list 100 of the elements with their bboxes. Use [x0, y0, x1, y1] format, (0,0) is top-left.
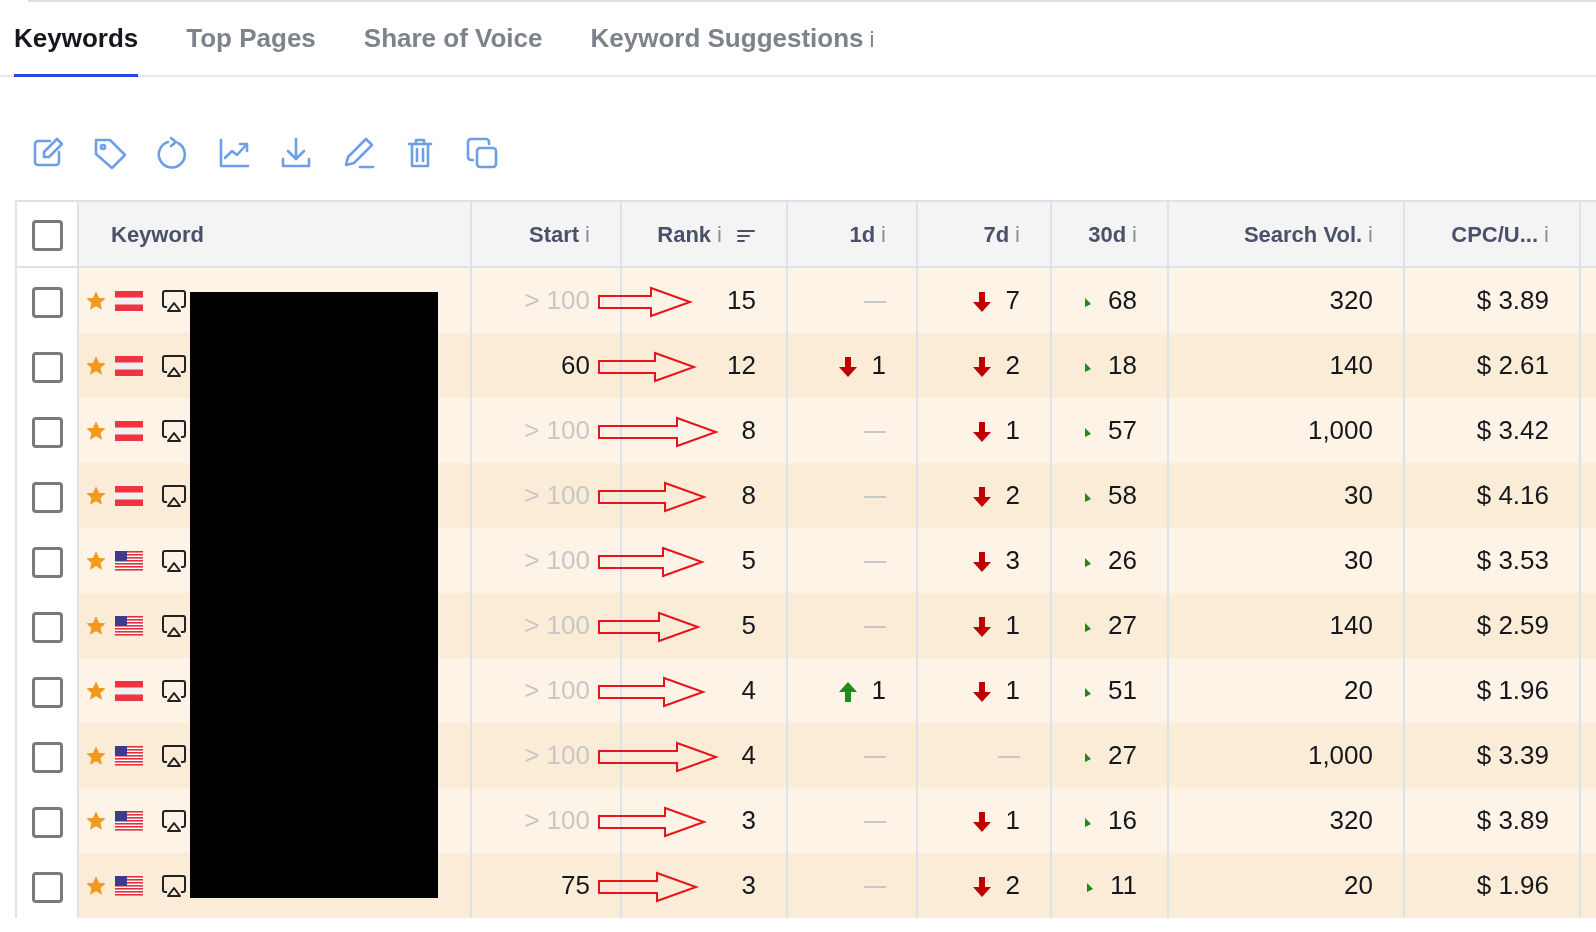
start-value: 60: [561, 350, 590, 380]
star-icon[interactable]: [87, 291, 105, 310]
cpc-value: $ 3.53: [1476, 545, 1549, 575]
position-value: 26: [1108, 545, 1137, 575]
screen-icon[interactable]: [161, 548, 187, 573]
star-icon[interactable]: [87, 876, 105, 895]
trend-icon: [1084, 491, 1093, 504]
cpc-value: $ 4.16: [1476, 480, 1549, 510]
screen-icon[interactable]: [161, 873, 187, 898]
tab[interactable]: Keywords: [14, 19, 139, 77]
star-icon[interactable]: [87, 551, 105, 570]
rank-value: 15: [727, 285, 756, 315]
checkbox[interactable]: [31, 741, 63, 773]
column-header[interactable]: 1d i: [849, 221, 886, 247]
cpc-value: $ 3.89: [1476, 285, 1549, 315]
change-value: 1: [1005, 610, 1020, 640]
copy-icon[interactable]: [464, 135, 500, 171]
screen-icon[interactable]: [161, 288, 187, 313]
star-icon[interactable]: [87, 746, 105, 765]
checkbox[interactable]: [31, 806, 63, 838]
trend-icon: [1084, 426, 1093, 439]
rank-value: 12: [727, 350, 756, 380]
trend-icon: [1084, 296, 1093, 309]
column-header[interactable]: 7d i: [983, 221, 1020, 247]
cpc-value: $ 1.96: [1476, 675, 1549, 705]
rank-value: 3: [741, 805, 756, 835]
rank-value: 3: [741, 870, 756, 900]
position-value: 27: [1108, 740, 1137, 770]
change-value: 1: [1005, 805, 1020, 835]
rank-value: 8: [741, 480, 756, 510]
column-header[interactable]: Keyword: [111, 221, 204, 247]
star-icon[interactable]: [87, 811, 105, 830]
trend-icon: [1084, 816, 1093, 829]
trend-icon: [1084, 686, 1093, 699]
trend-icon: [1084, 621, 1093, 634]
cpc-value: $ 3.39: [1476, 740, 1549, 770]
checkbox[interactable]: [31, 871, 63, 903]
search-volume: 320: [1329, 805, 1373, 835]
change-value: 1: [871, 675, 886, 705]
star-icon[interactable]: [87, 616, 105, 635]
change-value: 1: [871, 350, 886, 380]
search-volume: 30: [1344, 480, 1373, 510]
position-value: 16: [1108, 805, 1137, 835]
screen-icon[interactable]: [161, 483, 187, 508]
screen-icon[interactable]: [161, 613, 187, 638]
checkbox[interactable]: [31, 351, 63, 383]
checkbox[interactable]: [31, 546, 63, 578]
column-header[interactable]: Rank i: [657, 221, 722, 247]
rank-value: 4: [741, 675, 756, 705]
search-volume: 1,000: [1307, 415, 1373, 445]
search-volume: 20: [1344, 675, 1373, 705]
screen-icon[interactable]: [161, 808, 187, 833]
checkbox[interactable]: [31, 219, 63, 251]
position-value: 27: [1108, 610, 1137, 640]
checkbox[interactable]: [31, 481, 63, 513]
change-value: 1: [1005, 675, 1020, 705]
tab[interactable]: Keyword Suggestions i: [590, 19, 875, 77]
trend-icon: [1084, 751, 1093, 764]
trend-icon: [1084, 361, 1093, 374]
change-value: 2: [1005, 480, 1020, 510]
tab[interactable]: Top Pages: [186, 19, 316, 77]
position-value: 57: [1108, 415, 1137, 445]
screen-icon[interactable]: [161, 743, 187, 768]
cpc-value: $ 1.96: [1476, 870, 1549, 900]
column-header[interactable]: Start i: [529, 221, 590, 247]
search-volume: 30: [1344, 545, 1373, 575]
rank-value: 4: [741, 740, 756, 770]
search-volume: 140: [1329, 610, 1373, 640]
column-header[interactable]: 30d i: [1088, 221, 1137, 247]
change-value: 3: [1005, 545, 1020, 575]
star-icon[interactable]: [87, 421, 105, 440]
position-value: 51: [1108, 675, 1137, 705]
change-value: 2: [1005, 870, 1020, 900]
tab[interactable]: Share of Voice: [363, 19, 543, 77]
position-value: 18: [1108, 350, 1137, 380]
checkbox[interactable]: [31, 611, 63, 643]
star-icon[interactable]: [87, 356, 105, 375]
position-value: 68: [1108, 285, 1137, 315]
change-value: 7: [1005, 285, 1020, 315]
change-value: 1: [1005, 415, 1020, 445]
search-volume: 1,000: [1307, 740, 1373, 770]
rank-value: 8: [741, 415, 756, 445]
cpc-value: $ 2.59: [1476, 610, 1549, 640]
search-volume: 20: [1344, 870, 1373, 900]
position-value: 11: [1110, 870, 1137, 900]
trend-icon: [1086, 881, 1094, 894]
checkbox[interactable]: [31, 416, 63, 448]
screen-icon[interactable]: [161, 678, 187, 703]
star-icon[interactable]: [87, 486, 105, 505]
search-volume: 320: [1329, 285, 1373, 315]
sort-icon[interactable]: [736, 227, 756, 244]
rank-value: 5: [741, 545, 756, 575]
checkbox[interactable]: [31, 286, 63, 318]
screen-icon[interactable]: [161, 353, 187, 378]
position-value: 58: [1108, 480, 1137, 510]
cpc-value: $ 2.61: [1476, 350, 1549, 380]
cpc-value: $ 3.89: [1476, 805, 1549, 835]
screen-icon[interactable]: [161, 418, 187, 443]
star-icon[interactable]: [87, 681, 105, 700]
checkbox[interactable]: [31, 676, 63, 708]
